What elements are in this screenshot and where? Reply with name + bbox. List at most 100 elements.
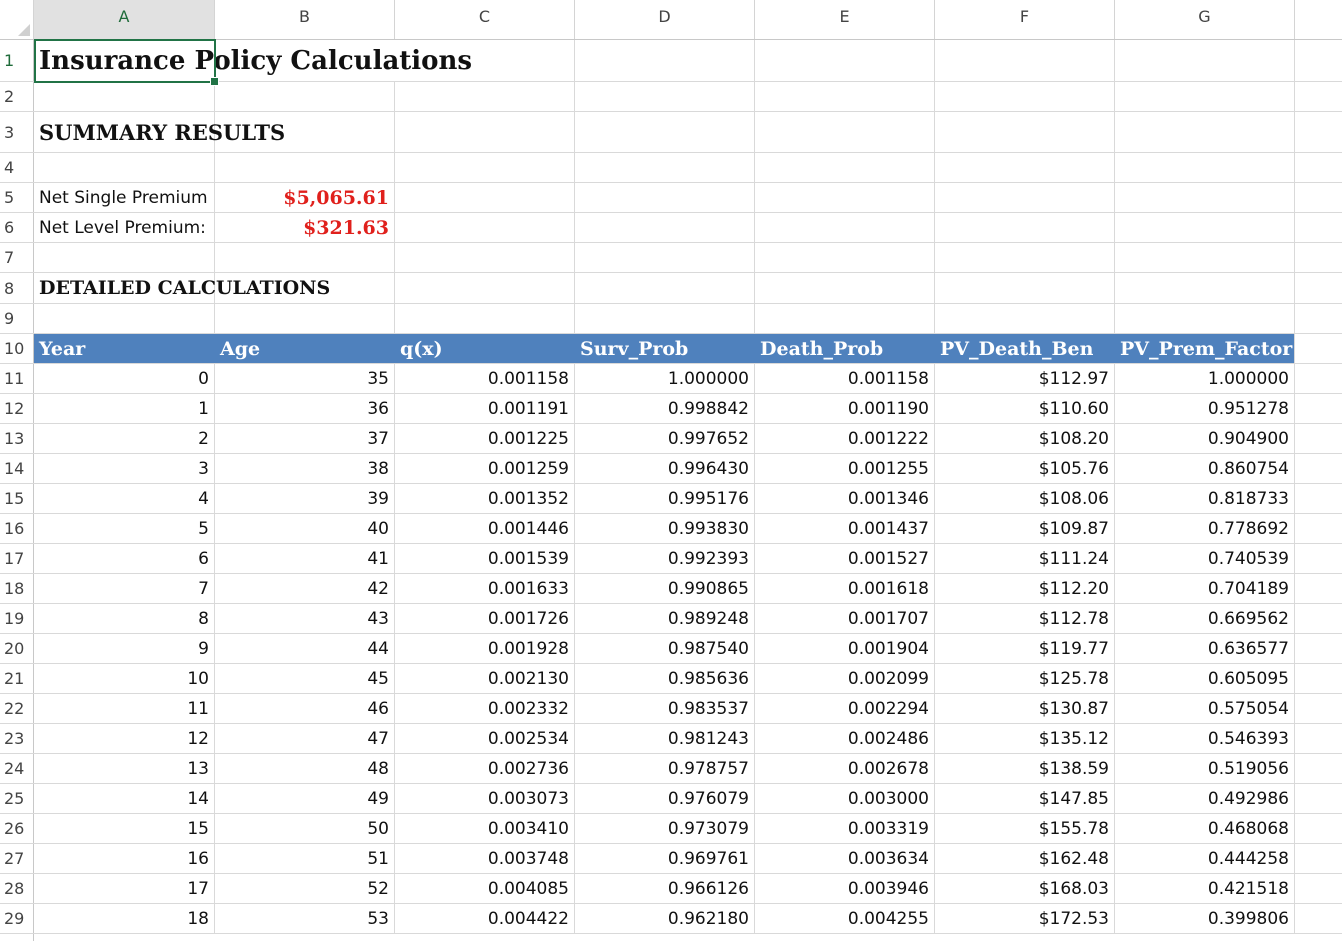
cell[interactable] <box>935 213 1115 242</box>
cell-year[interactable]: 3 <box>34 454 215 483</box>
cell[interactable] <box>575 82 755 111</box>
cell-year[interactable]: 12 <box>34 724 215 753</box>
cell-pv-prem-factor[interactable]: 0.636577 <box>1115 634 1295 663</box>
cell[interactable] <box>215 82 395 111</box>
net-level-premium-value[interactable]: $321.63 <box>215 213 395 242</box>
cell[interactable] <box>575 273 755 303</box>
cell-age[interactable]: 45 <box>215 664 395 693</box>
cell-death-prob[interactable]: 0.001346 <box>755 484 935 513</box>
cell-pv-prem-factor[interactable]: 0.669562 <box>1115 604 1295 633</box>
cell-surv-prob[interactable]: 0.976079 <box>575 784 755 813</box>
cell-pv-death-ben[interactable]: $112.20 <box>935 574 1115 603</box>
cell[interactable] <box>215 40 395 81</box>
cell[interactable] <box>755 304 935 333</box>
cell[interactable] <box>1115 213 1295 242</box>
cell[interactable] <box>395 243 575 272</box>
cell-year[interactable]: 0 <box>34 364 215 393</box>
cell-pv-prem-factor[interactable]: 0.399806 <box>1115 904 1295 933</box>
cell-pv-prem-factor[interactable]: 0.904900 <box>1115 424 1295 453</box>
cell-surv-prob[interactable]: 0.997652 <box>575 424 755 453</box>
cell-death-prob[interactable]: 0.001437 <box>755 514 935 543</box>
cell[interactable] <box>215 304 395 333</box>
cell-qx[interactable]: 0.001259 <box>395 454 575 483</box>
cell-year[interactable]: 10 <box>34 664 215 693</box>
cell[interactable] <box>755 112 935 152</box>
cell[interactable] <box>935 153 1115 182</box>
cell[interactable] <box>215 273 395 303</box>
column-header-g[interactable]: G <box>1115 0 1295 39</box>
cell-surv-prob[interactable]: 0.983537 <box>575 694 755 723</box>
cell-pv-death-ben[interactable]: $172.53 <box>935 904 1115 933</box>
cell[interactable] <box>935 243 1115 272</box>
cell[interactable] <box>215 112 395 152</box>
column-header-a[interactable]: A <box>34 0 215 39</box>
cell-pv-prem-factor[interactable]: 0.575054 <box>1115 694 1295 723</box>
cell[interactable] <box>395 112 575 152</box>
cell-death-prob[interactable]: 0.004255 <box>755 904 935 933</box>
row-header[interactable]: 19 <box>0 604 34 633</box>
cell[interactable] <box>1115 304 1295 333</box>
row-header[interactable]: 22 <box>0 694 34 723</box>
cell[interactable] <box>755 243 935 272</box>
cell-pv-prem-factor[interactable]: 0.951278 <box>1115 394 1295 423</box>
cell[interactable] <box>575 153 755 182</box>
cell-pv-prem-factor[interactable]: 0.860754 <box>1115 454 1295 483</box>
cell-year[interactable]: 9 <box>34 634 215 663</box>
cell-age[interactable]: 40 <box>215 514 395 543</box>
cell[interactable] <box>395 273 575 303</box>
cell[interactable] <box>935 304 1115 333</box>
row-header[interactable]: 10 <box>0 334 34 363</box>
cell-pv-death-ben[interactable]: $155.78 <box>935 814 1115 843</box>
cell-pv-prem-factor[interactable]: 0.605095 <box>1115 664 1295 693</box>
cell-year[interactable]: 5 <box>34 514 215 543</box>
cell-year[interactable]: 6 <box>34 544 215 573</box>
cell-qx[interactable]: 0.002534 <box>395 724 575 753</box>
row-header[interactable]: 17 <box>0 544 34 573</box>
cell-age[interactable]: 49 <box>215 784 395 813</box>
table-header-pv-death-ben[interactable]: PV_Death_Ben <box>935 334 1115 363</box>
cell-surv-prob[interactable]: 0.987540 <box>575 634 755 663</box>
cell-pv-prem-factor[interactable]: 0.468068 <box>1115 814 1295 843</box>
cell-year[interactable]: 8 <box>34 604 215 633</box>
cell-age[interactable]: 43 <box>215 604 395 633</box>
cell-year[interactable]: 14 <box>34 784 215 813</box>
net-single-premium-label[interactable]: Net Single Premium <box>34 183 215 212</box>
cell-year[interactable]: 17 <box>34 874 215 903</box>
cell-pv-death-ben[interactable]: $130.87 <box>935 694 1115 723</box>
cell[interactable] <box>395 183 575 212</box>
cell-qx[interactable]: 0.001225 <box>395 424 575 453</box>
cell[interactable] <box>1115 273 1295 303</box>
cell[interactable] <box>34 304 215 333</box>
cell-surv-prob[interactable]: 0.985636 <box>575 664 755 693</box>
cell[interactable] <box>34 82 215 111</box>
cell-surv-prob[interactable]: 0.989248 <box>575 604 755 633</box>
cell-qx[interactable]: 0.004085 <box>395 874 575 903</box>
cell[interactable] <box>755 213 935 242</box>
column-header-d[interactable]: D <box>575 0 755 39</box>
cell-qx[interactable]: 0.003073 <box>395 784 575 813</box>
cell-qx[interactable]: 0.001352 <box>395 484 575 513</box>
cell-age[interactable]: 47 <box>215 724 395 753</box>
row-header[interactable]: 5 <box>0 183 34 212</box>
row-header[interactable]: 4 <box>0 153 34 182</box>
cell[interactable] <box>935 183 1115 212</box>
cell-death-prob[interactable]: 0.003946 <box>755 874 935 903</box>
cell[interactable] <box>1115 153 1295 182</box>
row-header[interactable]: 25 <box>0 784 34 813</box>
cell-death-prob[interactable]: 0.003634 <box>755 844 935 873</box>
cell-qx[interactable]: 0.002736 <box>395 754 575 783</box>
row-header[interactable]: 13 <box>0 424 34 453</box>
cell[interactable] <box>935 82 1115 111</box>
cell-age[interactable]: 39 <box>215 484 395 513</box>
cell-age[interactable]: 36 <box>215 394 395 423</box>
cell-surv-prob[interactable]: 0.981243 <box>575 724 755 753</box>
cell-qx[interactable]: 0.001191 <box>395 394 575 423</box>
cell-pv-death-ben[interactable]: $110.60 <box>935 394 1115 423</box>
cell-pv-death-ben[interactable]: $111.24 <box>935 544 1115 573</box>
table-header-surv-prob[interactable]: Surv_Prob <box>575 334 755 363</box>
cell-age[interactable]: 38 <box>215 454 395 483</box>
cell[interactable] <box>395 153 575 182</box>
cell-year[interactable]: 18 <box>34 904 215 933</box>
cell[interactable] <box>935 40 1115 81</box>
cell[interactable] <box>575 243 755 272</box>
